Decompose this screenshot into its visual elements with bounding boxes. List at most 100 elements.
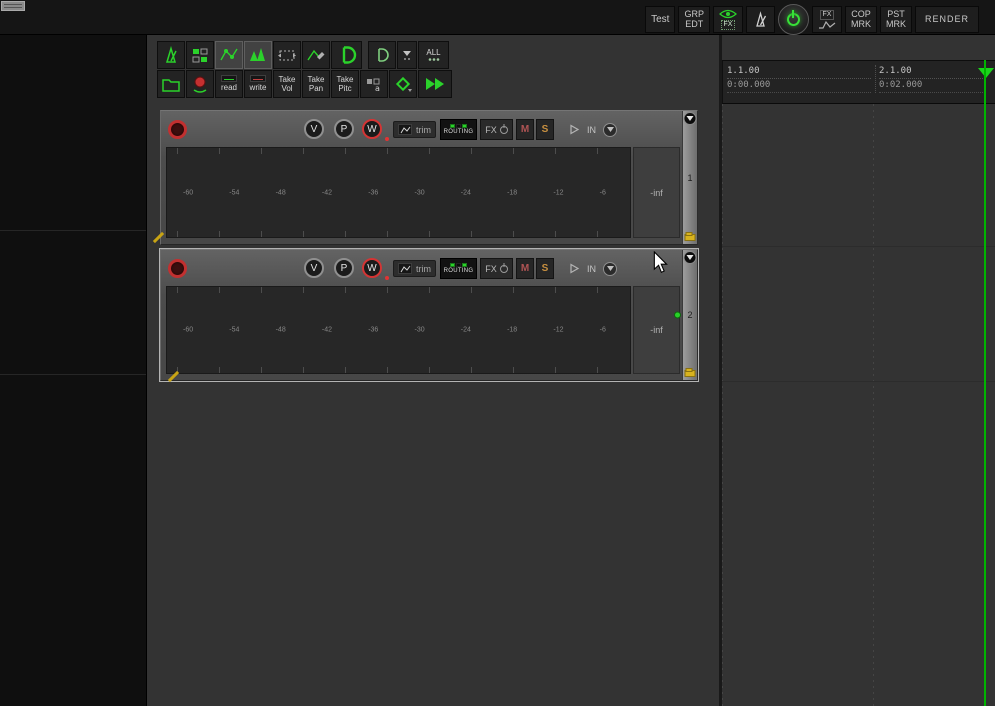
- fx-visibility-label: FX: [720, 20, 736, 30]
- eye-icon: [719, 9, 737, 19]
- fx-chain-button[interactable]: FX: [480, 119, 513, 140]
- record-mode-button[interactable]: [186, 70, 214, 98]
- chevron-down-icon: [401, 48, 413, 62]
- group-edit-button[interactable]: GRP EDT: [678, 6, 710, 33]
- panel-divider: [0, 230, 146, 231]
- nudge-settings-button[interactable]: a: [360, 70, 388, 98]
- arrange-area[interactable]: [722, 104, 995, 706]
- main-toolbar-bar: Test GRP EDT FX FX COP MRK PST MRK RENDE…: [0, 0, 995, 35]
- loop-d-icon: [336, 44, 358, 66]
- width-knob-button[interactable]: W: [362, 119, 382, 139]
- time-position: 0:02.000: [879, 79, 985, 93]
- track-number: 1: [687, 172, 693, 183]
- track-dropdown-button[interactable]: [683, 251, 697, 264]
- mute-button[interactable]: M: [516, 119, 534, 140]
- select-all-button[interactable]: ALL: [418, 41, 449, 69]
- meter-scale: -60 -54 -48 -42 -36 -30 -24 -18 -12 -6: [183, 326, 606, 334]
- fast-forward-button[interactable]: [418, 70, 452, 98]
- take-volume-button[interactable]: Take Vol: [273, 70, 301, 98]
- record-arm-button[interactable]: [168, 259, 187, 278]
- edit-cursor-handle[interactable]: [978, 68, 994, 78]
- track-number: 2: [687, 310, 693, 320]
- solo-button[interactable]: S: [536, 119, 554, 140]
- blocks-a-icon: a: [364, 74, 384, 94]
- volume-knob-button[interactable]: V: [304, 119, 324, 139]
- ruler-marker: 1.1.00 0:00.000: [727, 65, 871, 93]
- track-number-strip[interactable]: 1: [682, 111, 697, 244]
- width-knob-button[interactable]: W: [362, 258, 382, 278]
- app-window: Test GRP EDT FX FX COP MRK PST MRK RENDE…: [0, 0, 995, 706]
- trim-envelope-button[interactable]: trim: [393, 121, 436, 138]
- master-power-button[interactable]: [777, 4, 809, 35]
- time-position: 0:00.000: [727, 79, 871, 93]
- take-pan-button[interactable]: Take Pan: [302, 70, 330, 98]
- input-selector[interactable]: IN: [565, 258, 621, 279]
- input-dropdown-button[interactable]: [603, 122, 617, 137]
- routing-led-icon: [450, 124, 467, 128]
- folder-state-button[interactable]: [684, 232, 696, 241]
- meter-scale: -60 -54 -48 -42 -36 -30 -24 -18 -12 -6: [183, 189, 606, 196]
- envelope-points-button[interactable]: [215, 41, 243, 69]
- pan-knob-button[interactable]: P: [334, 119, 354, 139]
- insert-point-button[interactable]: [389, 70, 417, 98]
- input-arrow-icon: [569, 263, 580, 274]
- panel-divider: [0, 374, 146, 375]
- routing-button[interactable]: ROUTING: [440, 258, 477, 279]
- meter-readout: -inf: [633, 286, 680, 374]
- test-button[interactable]: Test: [645, 6, 676, 33]
- loop-item-button[interactable]: [368, 41, 396, 69]
- peaks-display-button[interactable]: [244, 41, 272, 69]
- all-label: ALL: [426, 47, 441, 57]
- track-list-empty-panel[interactable]: [0, 35, 147, 706]
- toolbar-dropdown-button[interactable]: [397, 41, 417, 69]
- grid-matrix-button[interactable]: [186, 41, 214, 69]
- toolbar-gap: [363, 41, 367, 69]
- peaks-icon: [248, 45, 268, 65]
- mouse-cursor: [653, 251, 669, 274]
- volume-knob-button[interactable]: V: [304, 258, 324, 278]
- fx-envelope-label: FX: [819, 10, 835, 20]
- fx-chain-button[interactable]: FX: [480, 258, 513, 279]
- paste-marker-button[interactable]: PST MRK: [879, 6, 912, 33]
- track-dropdown-button[interactable]: [683, 112, 697, 125]
- window-menu-stub[interactable]: [1, 1, 25, 11]
- record-dot-icon: [190, 74, 210, 94]
- record-arm-button[interactable]: [168, 120, 187, 139]
- automation-read-button[interactable]: read: [215, 70, 243, 98]
- dots-icon: [427, 57, 441, 62]
- svg-text:a: a: [375, 84, 380, 93]
- grid-line: [873, 104, 874, 706]
- pan-knob-button[interactable]: P: [334, 258, 354, 278]
- loop-source-button[interactable]: [331, 41, 362, 69]
- take-pitch-button[interactable]: Take Pitc: [331, 70, 359, 98]
- metronome-button[interactable]: [157, 41, 185, 69]
- fx-visibility-button[interactable]: FX: [712, 6, 743, 33]
- folder-state-button[interactable]: [684, 368, 696, 377]
- render-button[interactable]: RENDER: [914, 6, 979, 33]
- track-panel-2: V P W trim ROUTING FX M S IN -60 -54 -48 -4…: [159, 248, 699, 382]
- track-lane-divider: [722, 246, 995, 247]
- copy-marker-button[interactable]: COP MRK: [844, 6, 877, 33]
- read-thumb-icon: [221, 75, 237, 83]
- fx-power-icon: [499, 264, 508, 273]
- item-move-button[interactable]: [273, 41, 301, 69]
- input-selector[interactable]: IN: [565, 119, 621, 140]
- fx-envelope-button[interactable]: FX: [811, 6, 842, 33]
- loop-small-icon: [373, 46, 391, 64]
- open-project-button[interactable]: [157, 70, 185, 98]
- envelope-edit-button[interactable]: [302, 41, 330, 69]
- metronome-toggle-button[interactable]: [745, 6, 775, 33]
- waveform-icon: [818, 21, 836, 29]
- routing-button[interactable]: ROUTING: [440, 119, 477, 140]
- fx-power-icon: [499, 125, 508, 134]
- timeline-ruler[interactable]: 1.1.00 0:00.000 2.1.00 0:02.000: [722, 60, 995, 104]
- vu-meter: -60 -54 -48 -42 -36 -30 -24 -18 -12 -6: [166, 286, 631, 374]
- mute-button[interactable]: M: [516, 258, 534, 279]
- trim-envelope-button[interactable]: trim: [393, 260, 436, 277]
- automation-write-button[interactable]: write: [244, 70, 272, 98]
- solo-button[interactable]: S: [536, 258, 554, 279]
- topbar-button-cluster: Test GRP EDT FX FX COP MRK PST MRK RENDE…: [645, 4, 979, 35]
- write-thumb-icon: [250, 75, 266, 83]
- input-dropdown-button[interactable]: [603, 261, 617, 276]
- track-number-strip[interactable]: 2: [674, 250, 697, 380]
